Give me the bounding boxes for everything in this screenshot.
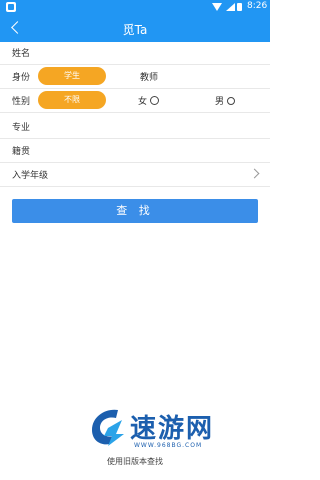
enrollment-year-row[interactable]: 入学年级 — [0, 162, 270, 187]
major-row[interactable]: 专业 — [0, 114, 270, 139]
status-bar: 8:26 — [0, 0, 270, 14]
watermark-logo: 速游网 WWW.968BG.COM — [88, 406, 258, 460]
male-icon — [227, 97, 236, 105]
chevron-right-icon — [249, 168, 260, 179]
app-notification-icon — [6, 2, 16, 12]
identity-option-student[interactable]: 学生 — [38, 67, 106, 85]
identity-option-teacher[interactable]: 教师 — [140, 70, 158, 83]
gender-row: 性别 不限 女 男 — [0, 88, 270, 113]
old-version-link[interactable]: 使用旧版本查找 — [0, 456, 270, 467]
watermark-brand: 速游网 — [130, 414, 215, 444]
watermark-url: WWW.968BG.COM — [134, 442, 203, 449]
search-button[interactable]: 查 找 — [12, 199, 258, 223]
battery-icon — [237, 3, 242, 11]
gender-label: 性别 — [12, 97, 31, 107]
gender-option-female-label: 女 — [138, 97, 148, 107]
watermark-mark-icon — [92, 409, 124, 446]
signal-icon — [226, 3, 235, 11]
navigation-bar: 觅Ta — [0, 14, 270, 42]
wifi-icon — [212, 3, 222, 11]
identity-row: 身份 学生 教师 — [0, 64, 270, 89]
major-label: 专业 — [12, 123, 31, 133]
enrollment-year-label: 入学年级 — [12, 171, 49, 181]
female-icon — [150, 96, 160, 105]
name-label: 姓名 — [12, 49, 31, 59]
page-title: 觅Ta — [122, 23, 148, 37]
name-row[interactable]: 姓名 — [0, 40, 270, 65]
gender-option-male[interactable]: 男 — [215, 94, 236, 107]
identity-label: 身份 — [12, 73, 31, 83]
hometown-row[interactable]: 籍贯 — [0, 138, 270, 163]
gender-option-female[interactable]: 女 — [138, 94, 160, 107]
gender-option-male-label: 男 — [215, 97, 225, 107]
gender-option-any[interactable]: 不限 — [38, 91, 106, 109]
status-time: 8:26 — [247, 1, 268, 11]
hometown-label: 籍贯 — [12, 147, 31, 157]
